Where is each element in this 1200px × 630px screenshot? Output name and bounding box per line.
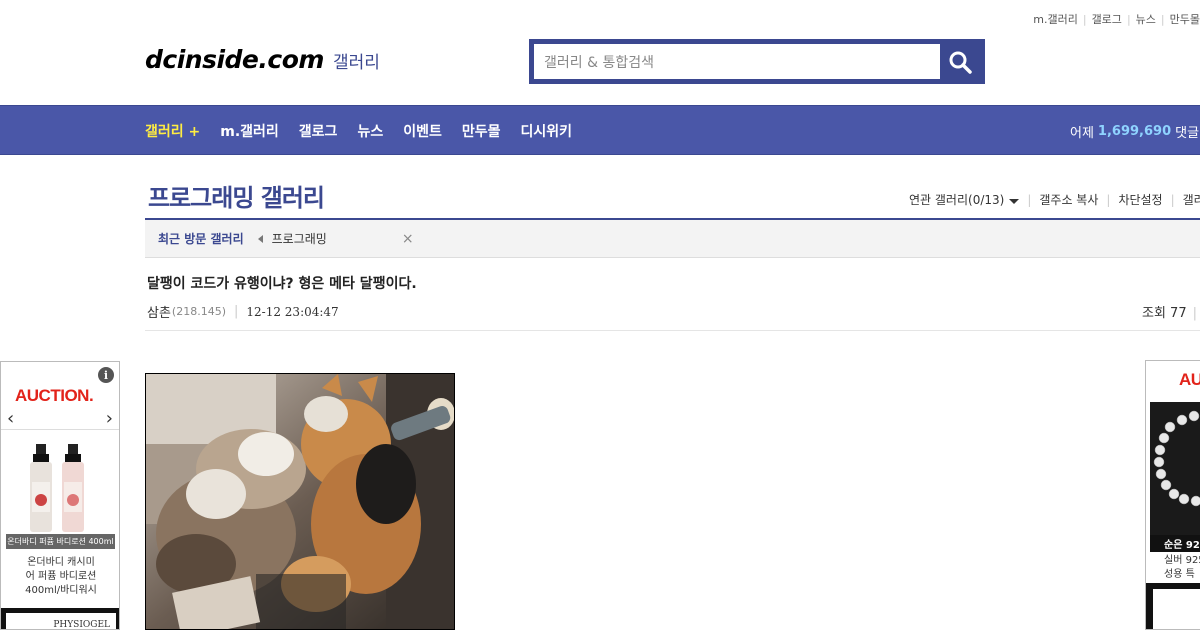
views-count: 조회 77	[1142, 306, 1187, 321]
nav-item-event[interactable]: 이벤트	[403, 121, 442, 141]
ad-product-image	[1150, 402, 1200, 535]
page-title[interactable]: 프로그래밍 갤러리	[148, 178, 325, 213]
search-icon	[949, 51, 972, 74]
divider: |	[1192, 306, 1197, 321]
stat-suffix: 댓글	[1175, 125, 1200, 141]
nav-item-gallog[interactable]: 갤로그	[299, 121, 338, 141]
nav-item-mgallery[interactable]: m.갤러리	[220, 121, 279, 141]
nav-item-mall[interactable]: 만두몰	[462, 121, 501, 141]
divider: |	[1106, 192, 1111, 207]
search-bar: 갤러리 & 통합검색	[529, 39, 985, 84]
prev-arrow-icon[interactable]	[257, 234, 263, 243]
recent-label: 최근 방문 갤러리	[158, 232, 244, 246]
info-icon[interactable]: i	[98, 367, 114, 383]
block-settings-button[interactable]: 차단설정	[1118, 191, 1162, 208]
auction-logo: AU	[1179, 370, 1200, 389]
search-input[interactable]: 갤러리 & 통합검색	[534, 44, 940, 79]
post-title: 달팽이 코드가 유행이냐? 형은 메타 달팽이다.	[147, 276, 417, 292]
left-ad-banner[interactable]: i AUCTION. ‹ › 온더바디 퍼퓸 바디로션 400ml 온더바디 캐…	[0, 361, 120, 630]
ad-footer: PHYSIOGEL	[1, 608, 119, 630]
physiogel-brand: PHYSIOGEL	[53, 620, 110, 630]
ad-header: i AUCTION. ‹ ›	[1, 362, 119, 430]
ad-product-image	[6, 440, 115, 549]
related-gallery-button[interactable]: 연관 갤러리(0/13)	[909, 191, 1020, 208]
logo-brand[interactable]: dcinside.com	[145, 45, 324, 74]
divider: |	[1160, 13, 1165, 26]
top-utility-links: m.갤러리 | 갤로그 | 뉴스 | 만두몰	[1033, 11, 1200, 27]
nav-item-wiki[interactable]: 디시위키	[520, 121, 572, 141]
close-icon[interactable]: ×	[402, 231, 414, 247]
site-logo[interactable]: dcinside.com 갤러리	[145, 45, 380, 74]
right-ad-banner[interactable]: AU 순은 92 실버 925 성용 특	[1145, 360, 1200, 630]
ad-caption: 온더바디 퍼퓸 바디로션 400ml	[6, 534, 115, 549]
ad-desc-line: 어 퍼퓸 바디로션	[25, 571, 97, 582]
recent-gallery-item[interactable]: 프로그래밍	[272, 230, 327, 247]
gallery-tools: 연관 갤러리(0/13) | 갤주소 복사 | 차단설정 | 갤러	[909, 191, 1200, 208]
ad-description: 온더바디 캐시미 어 퍼퓸 바디로션 400ml/바디워시	[3, 556, 119, 598]
stat-prefix: 어제	[1070, 125, 1094, 141]
ad-footer	[1146, 583, 1200, 629]
divider: |	[1082, 13, 1087, 26]
util-link-mall[interactable]: 만두몰	[1170, 13, 1200, 26]
divider	[145, 330, 1200, 331]
gallery-info-button[interactable]: 갤러	[1183, 191, 1200, 208]
divider: |	[1170, 192, 1175, 207]
copy-address-button[interactable]: 갤주소 복사	[1039, 191, 1098, 208]
ad-desc-line: 온더바디 캐시미	[27, 557, 95, 568]
ad-description: 실버 925 성용 특	[1164, 554, 1200, 582]
stat-value: 1,699,690	[1097, 123, 1172, 139]
ad-desc-line: 400ml/바디워시	[25, 585, 97, 596]
ad-ribbon: 순은 92	[1150, 535, 1200, 552]
chevron-left-icon[interactable]: ‹	[7, 408, 14, 429]
util-link-mgallery[interactable]: m.갤러리	[1033, 13, 1078, 26]
divider: |	[1027, 192, 1032, 207]
ad-desc-line: 성용 특	[1164, 569, 1195, 580]
auction-logo: AUCTION.	[15, 386, 94, 405]
search-button[interactable]	[940, 44, 980, 79]
daily-stat: 어제 1,699,690 댓글	[1070, 106, 1199, 156]
chevron-right-icon[interactable]: ›	[106, 408, 113, 429]
ad-next-product: PHYSIOGEL	[6, 613, 116, 630]
logo-section[interactable]: 갤러리	[333, 48, 380, 73]
util-link-gallog[interactable]: 갤로그	[1092, 13, 1122, 26]
main-nav: 갤러리 + m.갤러리 갤로그 뉴스 이벤트 만두몰 디시위키 어제 1,699…	[0, 105, 1200, 155]
divider: |	[1126, 13, 1131, 26]
post-meta: 삼촌 (218.145) | 12-12 23:04:47	[147, 302, 339, 321]
util-link-news[interactable]: 뉴스	[1136, 13, 1156, 26]
ad-next-product	[1153, 589, 1200, 629]
recent-galleries-bar: 최근 방문 갤러리 프로그래밍 ×	[145, 220, 1200, 258]
nav-item-gallery[interactable]: 갤러리 +	[145, 121, 200, 141]
divider: |	[234, 304, 239, 319]
ad-desc-line: 실버 925	[1164, 555, 1200, 566]
caret-down-icon	[1009, 199, 1020, 204]
post-image[interactable]	[145, 373, 455, 630]
post-ip: (218.145)	[171, 305, 226, 318]
post-date: 12-12 23:04:47	[246, 304, 339, 319]
post-views: 조회 77 |	[1142, 302, 1197, 321]
cat-image	[146, 374, 454, 629]
post-author[interactable]: 삼촌	[147, 302, 171, 321]
nav-item-news[interactable]: 뉴스	[357, 121, 383, 141]
